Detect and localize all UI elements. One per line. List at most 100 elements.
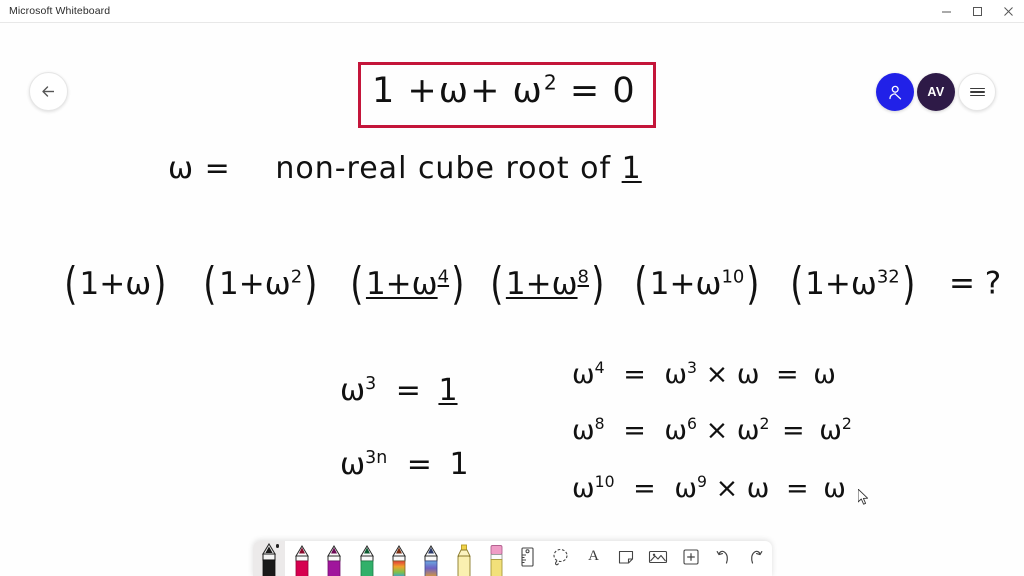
omega-3n-base: ω <box>340 447 366 482</box>
tool-insert-image[interactable] <box>642 541 674 576</box>
omega-def-rhs: non-real cube root of <box>275 151 612 186</box>
back-button[interactable] <box>29 72 68 111</box>
omega-8-result-exp: 2 <box>841 414 852 433</box>
window-controls <box>931 0 1024 22</box>
whiteboard-app: Microsoft Whiteboard AV 1 +ω+ ω2 = 0 ω =… <box>0 0 1024 576</box>
omega-10-mid-exp: 9 <box>697 472 707 491</box>
window-titlebar: Microsoft Whiteboard <box>0 0 1024 23</box>
avatar[interactable]: AV <box>917 73 955 111</box>
tool-eraser[interactable] <box>480 541 512 576</box>
tool-pen-black[interactable] <box>253 541 286 576</box>
omega-cubed-base: ω <box>340 373 366 408</box>
omega-8-mul-exp: 2 <box>759 414 770 433</box>
omega-10-lhs-base: ω <box>572 473 595 504</box>
pen-red-icon <box>293 543 311 576</box>
omega-8-times: × <box>705 415 729 446</box>
arrow-left-icon <box>40 83 57 100</box>
boxed-eq-w2-exp: 2 <box>543 70 559 95</box>
minimize-button[interactable] <box>931 0 962 22</box>
omega-4-mid-exp: 3 <box>687 358 697 377</box>
pen-rainbow-icon <box>390 543 408 576</box>
omega-cubed-value: 1 <box>438 373 458 408</box>
boxed-eq-zero: 0 <box>612 71 637 111</box>
drawing-toolbar: A <box>253 541 772 576</box>
factor-3-base: 1+ω <box>365 265 438 302</box>
omega-8-lhs-base: ω <box>572 415 595 446</box>
omega-10-result: ω <box>823 473 846 504</box>
tool-undo[interactable] <box>707 541 739 576</box>
tool-sticky-note[interactable] <box>610 541 642 576</box>
factor-1: (1+ω) <box>64 257 167 310</box>
undo-icon <box>714 548 732 566</box>
tool-redo[interactable] <box>740 541 772 576</box>
omega-cubed-equals: = <box>395 373 421 408</box>
factor-2-base: 1+ω <box>219 265 291 302</box>
omega-definition-line: ω = non-real cube root of 1 <box>168 151 642 186</box>
person-share-icon <box>886 83 905 102</box>
omega-10-line: ω10 = ω9 × ω = ω <box>572 472 846 504</box>
menu-button[interactable] <box>958 73 996 111</box>
omega-8-result-base: ω <box>819 415 842 446</box>
omega-4-lhs-base: ω <box>572 359 595 390</box>
factor-4-base: 1+ω <box>505 265 578 302</box>
omega-4-result: ω <box>813 359 836 390</box>
tool-pen-green[interactable] <box>350 541 382 576</box>
share-button[interactable] <box>876 73 914 111</box>
tool-highlighter[interactable] <box>448 541 480 576</box>
omega-4-mid-base: ω <box>664 359 688 390</box>
tool-lasso-select[interactable] <box>545 541 577 576</box>
tool-pen-red[interactable] <box>285 541 317 576</box>
tool-pen-galaxy[interactable] <box>415 541 447 576</box>
mouse-cursor <box>858 489 870 507</box>
omega-3n-equals: = <box>406 447 432 482</box>
close-button[interactable] <box>993 0 1024 22</box>
tool-pen-magenta[interactable] <box>318 541 350 576</box>
avatar-initials: AV <box>927 85 945 99</box>
factor-6: (1+ω32) <box>789 257 916 310</box>
redo-icon <box>747 548 765 566</box>
boxed-eq-one: 1 <box>372 71 397 111</box>
boxed-eq-equals: = <box>569 71 602 111</box>
factor-5: (1+ω10) <box>634 257 760 310</box>
tool-text[interactable]: A <box>577 541 609 576</box>
product-expression-line: (1+ω) (1+ω2) (1+ω4) (1+ω8) (1+ω10) (1+ω3… <box>62 257 1001 310</box>
highlighter-icon <box>454 543 474 576</box>
plus-box-icon <box>682 548 700 566</box>
factor-5-base: 1+ω <box>649 265 722 302</box>
hamburger-menu-icon <box>969 86 985 99</box>
factor-5-exp: 10 <box>721 266 745 288</box>
omega-4-times: × <box>705 359 729 390</box>
lasso-icon <box>551 547 571 567</box>
image-icon <box>648 548 668 566</box>
factor-2: (1+ω2) <box>203 257 318 310</box>
whiteboard-canvas[interactable]: AV 1 +ω+ ω2 = 0 ω = non-real cube root o… <box>0 23 1024 576</box>
pen-galaxy-icon <box>422 543 440 576</box>
window-title: Microsoft Whiteboard <box>9 5 111 17</box>
factor-6-base: 1+ω <box>805 265 877 302</box>
factor-3-exp: 4 <box>437 266 450 288</box>
omega-3n-value: 1 <box>449 447 469 482</box>
text-a-icon: A <box>588 548 600 564</box>
pen-black-icon <box>260 543 278 576</box>
omega-4-line: ω4 = ω3 × ω = ω <box>572 358 836 390</box>
boxed-eq-w: ω <box>438 71 471 111</box>
omega-10-times: × <box>715 473 739 504</box>
boxed-equation: 1 +ω+ ω2 = 0 <box>372 71 637 111</box>
tool-ruler[interactable] <box>513 541 545 576</box>
omega-8-mid-base: ω <box>664 415 688 446</box>
omega-8-line: ω8 = ω6 × ω2 = ω2 <box>572 414 852 446</box>
omega-10-lhs-exp: 10 <box>594 472 615 491</box>
tool-pen-rainbow[interactable] <box>383 541 415 576</box>
boxed-eq-plus1: + <box>407 71 439 111</box>
boxed-eq-plus2: + <box>470 71 502 111</box>
tool-insert-more[interactable] <box>675 541 707 576</box>
product-result: = ? <box>948 265 1002 302</box>
pen-magenta-icon <box>325 543 343 576</box>
selected-indicator-dot <box>275 544 280 548</box>
factor-4: (1+ω8) <box>490 257 605 310</box>
omega-8-mid-exp: 6 <box>687 414 697 433</box>
omega-8-mul-base: ω <box>736 415 760 446</box>
maximize-button[interactable] <box>962 0 993 22</box>
omega-4-lhs-exp: 4 <box>594 358 605 377</box>
omega-8-lhs-exp: 8 <box>594 414 605 433</box>
